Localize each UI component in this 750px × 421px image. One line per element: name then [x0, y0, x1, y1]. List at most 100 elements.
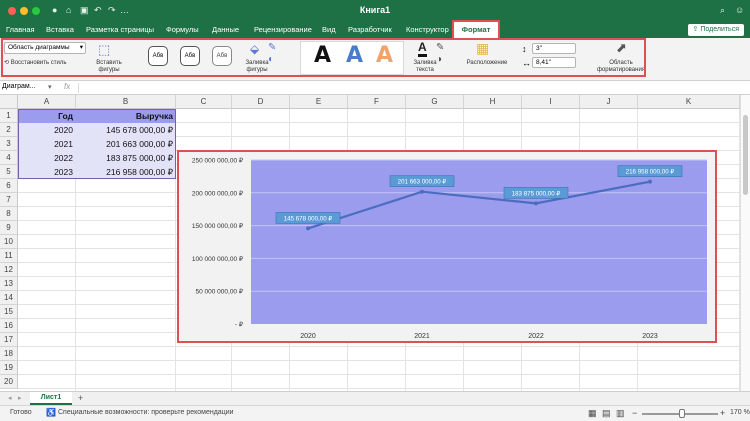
add-sheet-button[interactable]: +: [78, 393, 83, 403]
zoom-in-button[interactable]: +: [720, 408, 725, 418]
restore-style-button[interactable]: ⟲ Восстановить стиль: [4, 60, 80, 67]
row-header-9[interactable]: 9: [0, 221, 18, 235]
column-header-i[interactable]: I: [522, 95, 580, 109]
shapes-icon[interactable]: ⬚: [98, 42, 110, 58]
tab-page-layout[interactable]: Разметка страницы: [86, 22, 154, 38]
row-header-16[interactable]: 16: [0, 319, 18, 333]
x-tick-label: 2021: [414, 333, 430, 340]
row-header-11[interactable]: 11: [0, 249, 18, 263]
tab-view[interactable]: Вид: [322, 22, 336, 38]
row-header-12[interactable]: 12: [0, 263, 18, 277]
shape-style-2[interactable]: Абв: [180, 46, 200, 66]
shape-fill-button[interactable]: Заливка фигуры: [240, 60, 274, 74]
width-icon: ↔: [522, 58, 531, 68]
select-all-corner[interactable]: [0, 95, 18, 109]
tab-review[interactable]: Рецензирование: [254, 22, 312, 38]
row-header-18[interactable]: 18: [0, 347, 18, 361]
data-label: 183 875 000,00 ₽: [512, 190, 561, 197]
ribbon-tabs: Главная Вставка Разметка страницы Формул…: [0, 20, 750, 38]
wordart-style-black[interactable]: A: [314, 44, 331, 68]
data-label: 201 663 000,00 ₽: [398, 179, 447, 186]
row-header-5[interactable]: 5: [0, 165, 18, 179]
row-header-15[interactable]: 15: [0, 305, 18, 319]
page-break-view-icon[interactable]: ▥: [616, 408, 625, 419]
status-bar: Готово ♿ Специальные возможности: провер…: [0, 405, 750, 421]
column-header-f[interactable]: F: [348, 95, 406, 109]
pen-icon[interactable]: ✎: [268, 42, 276, 53]
window-title: Книга1: [359, 5, 391, 15]
column-header-j[interactable]: J: [580, 95, 638, 109]
accessibility-status[interactable]: Специальные возможности: проверьте реком…: [58, 409, 234, 416]
tab-format[interactable]: Формат: [452, 20, 500, 38]
format-pane-button[interactable]: Область форматирования: [594, 60, 648, 74]
row-header-14[interactable]: 14: [0, 291, 18, 305]
data-point: [306, 226, 310, 231]
wordart-style-blue[interactable]: A: [346, 44, 363, 68]
sheet-tab-list1[interactable]: Лист1: [30, 392, 72, 405]
data-point: [534, 201, 538, 206]
line-chart[interactable]: 250 000 000,00 ₽ 200 000 000,00 ₽ 150 000 …: [179, 152, 715, 341]
column-header-e[interactable]: E: [290, 95, 348, 109]
data-label: 216 958 000,00 ₽: [626, 169, 675, 176]
text-fill-icon[interactable]: A: [418, 40, 427, 57]
prev-sheet-icon[interactable]: ◂: [8, 394, 12, 402]
format-pane-icon[interactable]: ⬈: [616, 40, 627, 56]
text-fill-button[interactable]: Заливка текста: [408, 60, 442, 74]
accessibility-icon[interactable]: ♿: [46, 408, 56, 417]
function-icon[interactable]: fx: [64, 82, 70, 91]
row-header-3[interactable]: 3: [0, 137, 18, 151]
row-header-17[interactable]: 17: [0, 333, 18, 347]
tab-chart-design[interactable]: Конструктор: [406, 22, 449, 38]
account-icon[interactable]: ☺: [735, 5, 744, 15]
row-header-1[interactable]: 1: [0, 109, 18, 123]
tab-data[interactable]: Данные: [212, 22, 239, 38]
insert-shapes-button[interactable]: Вставить фигуры: [88, 60, 130, 74]
row-header-7[interactable]: 7: [0, 193, 18, 207]
shape-style-3[interactable]: Абв: [212, 46, 232, 66]
share-button[interactable]: ⇪ Поделиться: [687, 24, 744, 36]
formula-input[interactable]: [78, 83, 738, 93]
column-header-a[interactable]: A: [18, 95, 76, 109]
shape-height-input[interactable]: 3": [532, 43, 576, 54]
row-header-8[interactable]: 8: [0, 207, 18, 221]
name-box[interactable]: Диаграм...: [2, 83, 46, 90]
row-header-2[interactable]: 2: [0, 123, 18, 137]
next-sheet-icon[interactable]: ▸: [18, 394, 22, 402]
row-header-4[interactable]: 4: [0, 151, 18, 165]
tab-developer[interactable]: Разработчик: [348, 22, 392, 38]
row-header-10[interactable]: 10: [0, 235, 18, 249]
tab-home[interactable]: Главная: [6, 22, 35, 38]
column-header-c[interactable]: C: [176, 95, 232, 109]
arrange-icon[interactable]: ▦: [476, 40, 489, 57]
gridline-horizontal: [18, 360, 740, 361]
row-header-13[interactable]: 13: [0, 277, 18, 291]
scrollbar-thumb[interactable]: [743, 115, 748, 195]
row-header-20[interactable]: 20: [0, 375, 18, 389]
search-icon[interactable]: ⌕: [720, 5, 725, 16]
paint-bucket-icon[interactable]: ⬙: [250, 42, 259, 56]
zoom-slider-thumb[interactable]: [679, 409, 685, 418]
zoom-out-button[interactable]: −: [632, 408, 637, 418]
column-header-b[interactable]: B: [76, 95, 176, 109]
column-header-d[interactable]: D: [232, 95, 290, 109]
chevron-down-icon: ▾: [79, 44, 83, 51]
shape-style-1[interactable]: Абв: [148, 46, 168, 66]
name-box-chevron-icon[interactable]: ▾: [48, 83, 52, 91]
chart-area[interactable]: 250 000 000,00 ₽ 200 000 000,00 ₽ 150 000 …: [177, 150, 717, 343]
chart-element-selector[interactable]: Область диаграммы ▾: [4, 42, 86, 54]
page-layout-view-icon[interactable]: ▤: [602, 408, 611, 419]
arrange-button[interactable]: Расположение: [462, 60, 512, 67]
vertical-scrollbar[interactable]: [740, 95, 750, 391]
column-header-h[interactable]: H: [464, 95, 522, 109]
wordart-style-orange[interactable]: A: [376, 44, 393, 68]
column-header-k[interactable]: K: [638, 95, 740, 109]
column-header-g[interactable]: G: [406, 95, 464, 109]
zoom-level[interactable]: 170 %: [730, 409, 750, 416]
text-outline-icon[interactable]: ✎: [436, 42, 444, 53]
normal-view-icon[interactable]: ▦: [588, 408, 597, 419]
shape-width-input[interactable]: 8,41": [532, 57, 576, 68]
row-header-19[interactable]: 19: [0, 361, 18, 375]
tab-formulas[interactable]: Формулы: [166, 22, 199, 38]
tab-insert[interactable]: Вставка: [46, 22, 74, 38]
row-header-6[interactable]: 6: [0, 179, 18, 193]
